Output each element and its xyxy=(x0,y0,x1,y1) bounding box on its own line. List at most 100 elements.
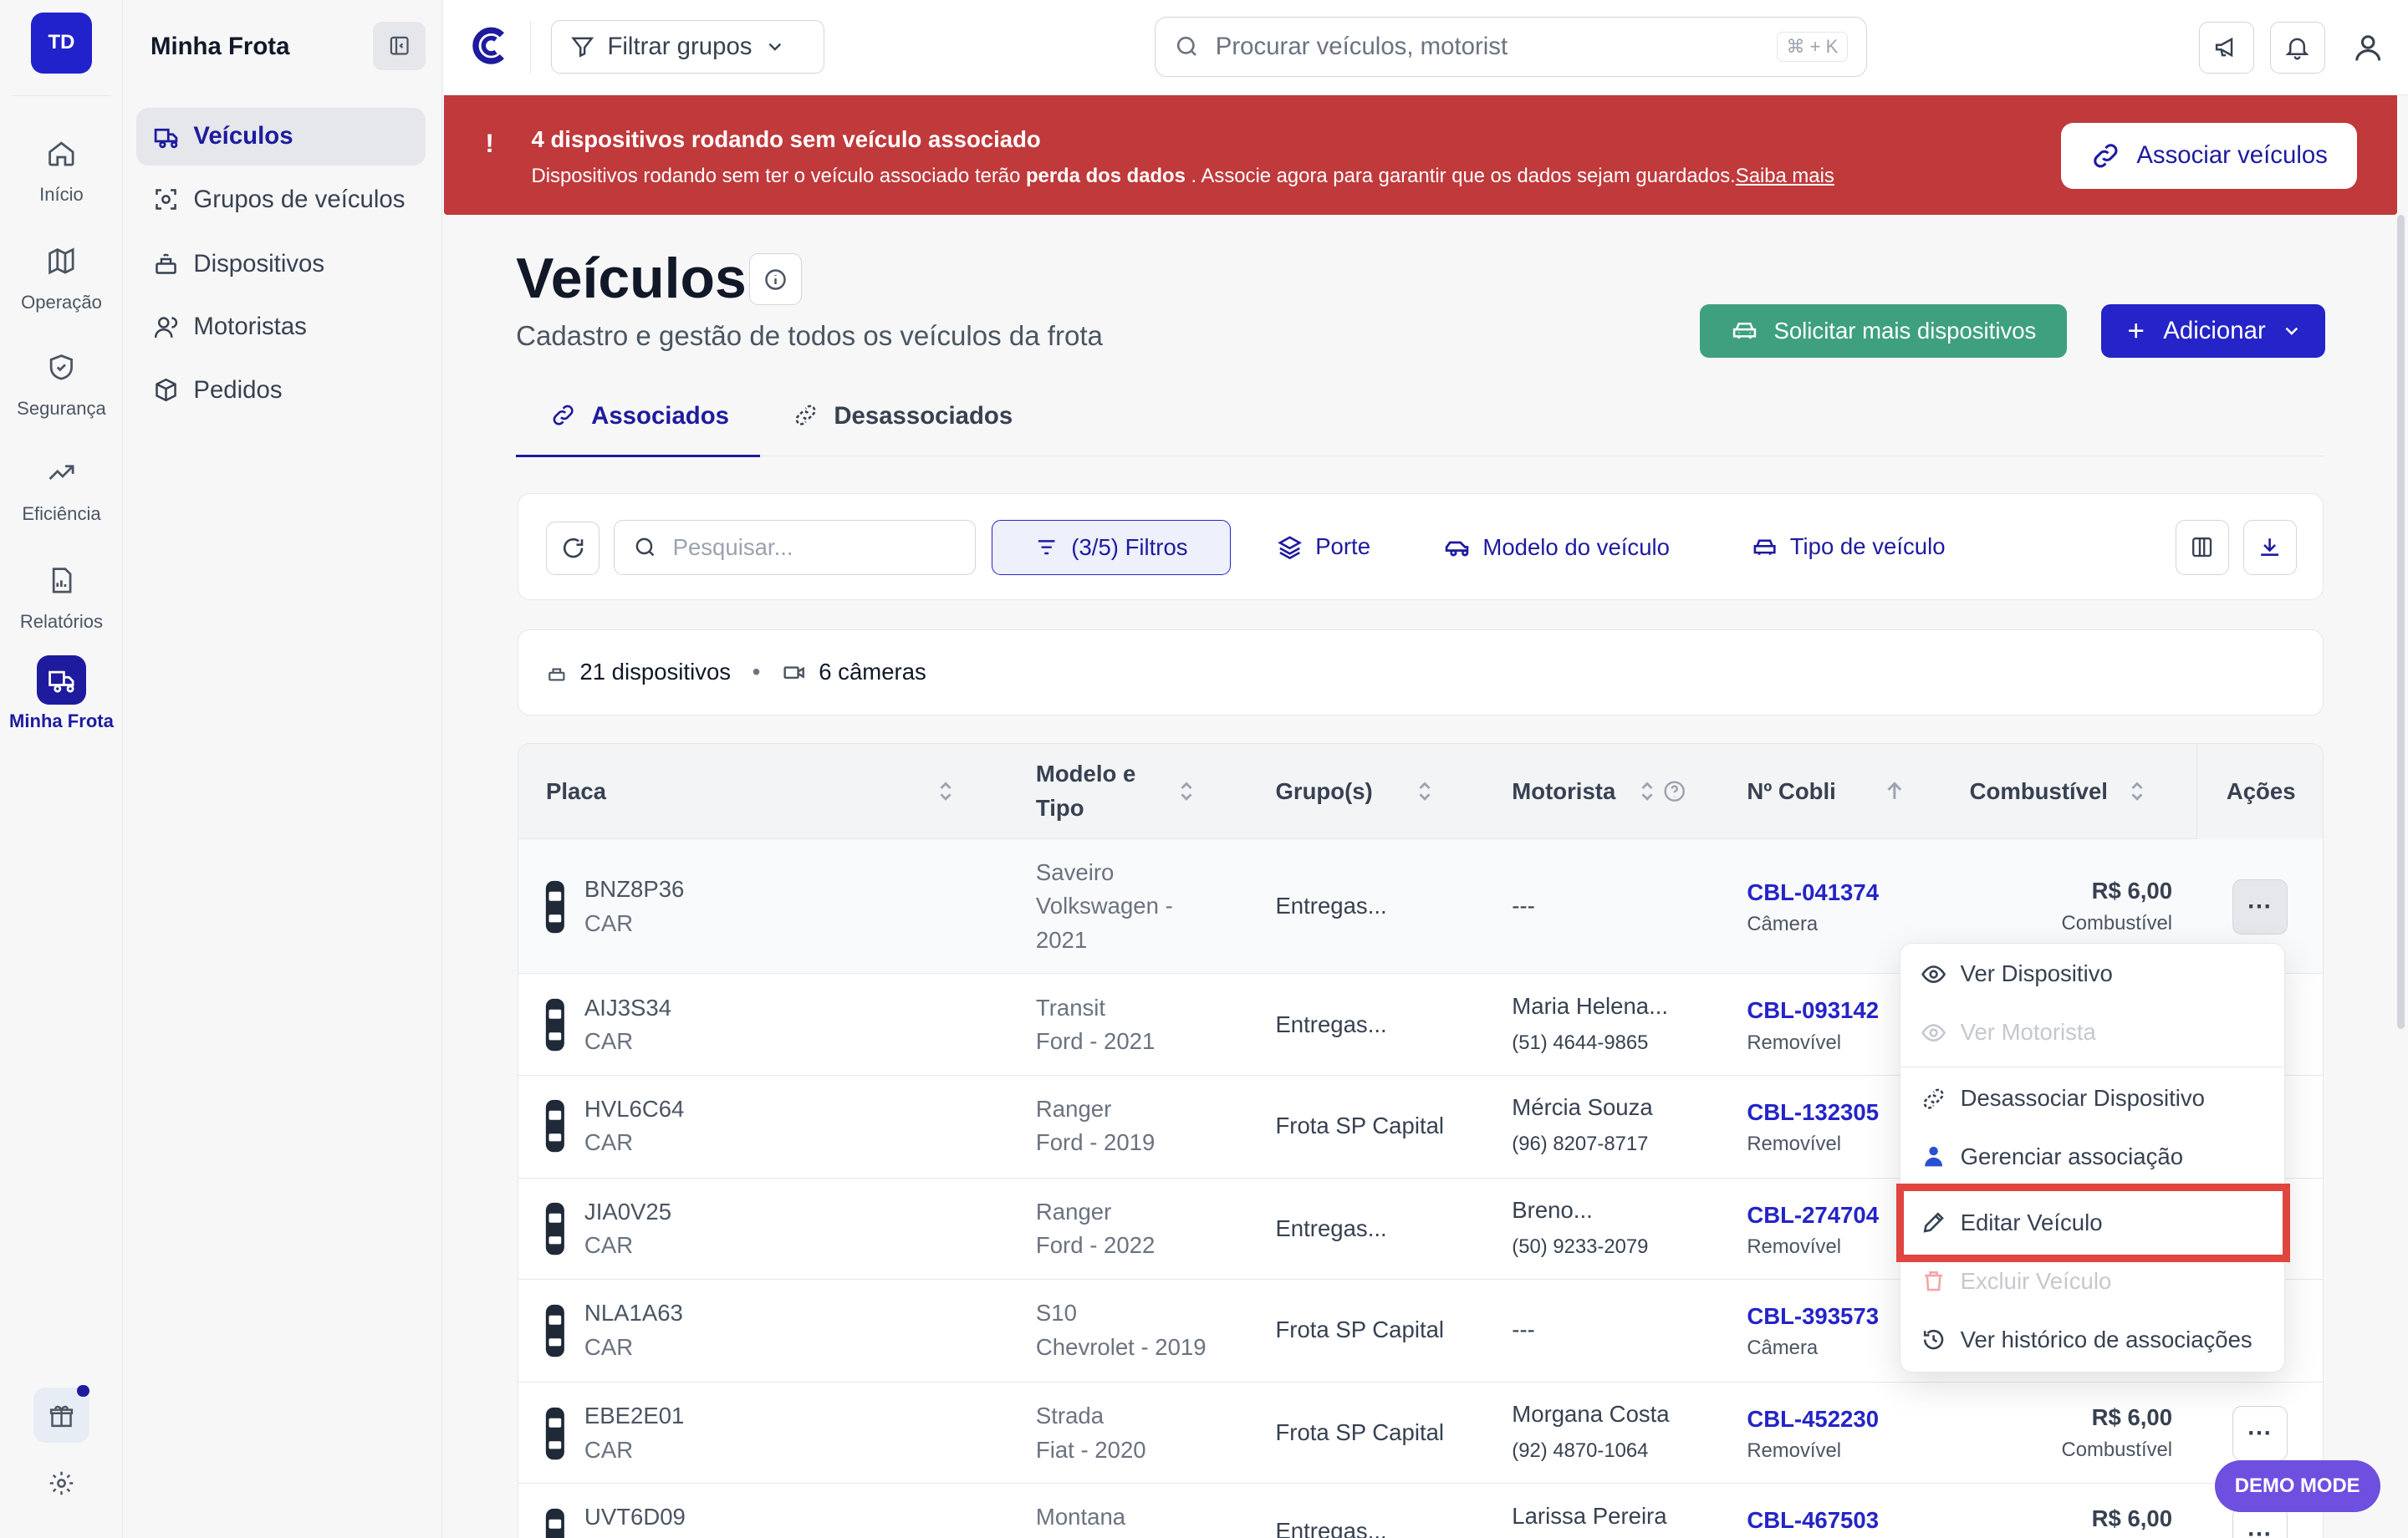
cobli-id-link[interactable]: CBL-393573 xyxy=(1747,1300,1879,1333)
header-label: Placa xyxy=(546,777,606,804)
filters-button[interactable]: (3/5) Filtros xyxy=(991,519,1232,575)
filter-chip-tipo[interactable]: Tipo de veículo xyxy=(1752,533,1946,560)
cobli-id-link[interactable]: CBL-467503 xyxy=(1747,1504,1879,1537)
column-header-grupos[interactable]: Grupo(s) xyxy=(1275,744,1431,839)
filter-chip-porte[interactable]: Porte xyxy=(1277,533,1370,560)
menu-item-ver-dispositivo[interactable]: Ver Dispositivo xyxy=(1900,946,2286,1001)
tab-desassociados[interactable]: Desassociados xyxy=(793,402,1013,457)
rail-item-inicio[interactable]: Início xyxy=(0,129,123,221)
tab-associados[interactable]: Associados xyxy=(516,402,761,458)
settings-button[interactable] xyxy=(33,1455,89,1510)
sidebar-item-label: Grupos de veículos xyxy=(193,185,406,213)
filter-icon xyxy=(570,34,594,59)
vehicle-model: Transit xyxy=(1035,994,1106,1021)
rail-item-eficiencia[interactable]: Eficiência xyxy=(0,448,123,540)
driver-name: --- xyxy=(1512,893,1535,919)
sidebar-item-dispositivos[interactable]: Dispositivos xyxy=(136,235,425,293)
cobli-logo-icon[interactable] xyxy=(468,24,511,67)
request-devices-button[interactable]: Solicitar mais dispositivos xyxy=(1700,303,2068,358)
cobli-type: Câmera xyxy=(1747,913,1819,936)
cobli-id-link[interactable]: CBL-041374 xyxy=(1747,876,1879,909)
profile-button[interactable] xyxy=(2340,22,2395,74)
vehicle-model: Ranger xyxy=(1035,1095,1112,1122)
header-label: Combustível xyxy=(1969,777,2108,804)
menu-item-gerenciar[interactable]: Gerenciar associação xyxy=(1900,1129,2286,1184)
cobli-id-link[interactable]: CBL-093142 xyxy=(1747,994,1879,1027)
gift-button[interactable] xyxy=(33,1384,89,1444)
user-avatar[interactable]: TD xyxy=(30,12,93,74)
vehicle-group: Entregas... xyxy=(1275,1011,1387,1037)
video-icon xyxy=(782,660,806,685)
search-icon xyxy=(1174,33,1200,59)
sidebar-item-pedidos[interactable]: Pedidos xyxy=(136,361,425,420)
map-icon xyxy=(37,237,86,286)
alert-desc-text: . Associe agora para garantir que os dad… xyxy=(1185,164,1736,187)
tab-label: Associados xyxy=(591,402,729,430)
demo-mode-badge[interactable]: DEMO MODE xyxy=(2214,1459,2380,1513)
column-header-placa[interactable]: Placa xyxy=(546,744,951,839)
row-actions-button[interactable]: ··· xyxy=(2232,878,2288,935)
driver-name: Mércia Souza xyxy=(1512,1094,1653,1121)
link-icon xyxy=(2090,140,2121,171)
cobli-id-link[interactable]: CBL-274704 xyxy=(1747,1199,1879,1232)
refresh-button[interactable] xyxy=(546,521,600,575)
table-row[interactable]: EBE2E01 CAR Strada Fiat - 2020 Frota SP … xyxy=(518,1383,2323,1485)
filter-groups-dropdown[interactable]: Filtrar grupos xyxy=(551,19,825,74)
columns-button[interactable] xyxy=(2175,519,2230,575)
notification-dot xyxy=(76,1384,89,1398)
rail-label: Segurança xyxy=(17,397,106,419)
group-scan-icon xyxy=(152,186,180,213)
alert-desc-bold: perda dos dados xyxy=(1025,164,1186,187)
vehicle-type: Ford - 2022 xyxy=(1035,1232,1156,1259)
learn-more-link[interactable]: Saiba mais xyxy=(1736,165,1834,187)
driver-name: Maria Helena... xyxy=(1512,992,1669,1019)
global-search-input[interactable]: Procurar veículos, motorist ⌘ + K xyxy=(1155,17,1868,77)
cobli-id-link[interactable]: CBL-132305 xyxy=(1747,1096,1879,1129)
rail-item-operacao[interactable]: Operação xyxy=(0,237,123,328)
sidebar-item-motoristas[interactable]: Motoristas xyxy=(136,298,425,356)
column-header-motorista[interactable]: Motorista xyxy=(1512,744,1686,839)
info-button[interactable] xyxy=(749,253,802,306)
vehicle-model: Montana xyxy=(1035,1504,1126,1530)
table-search-input[interactable]: Pesquisar... xyxy=(613,519,977,575)
separator: • xyxy=(752,659,761,685)
announcements-button[interactable] xyxy=(2199,21,2255,74)
column-header-combustivel[interactable]: Combustível xyxy=(1969,744,2143,839)
menu-item-desassociar[interactable]: Desassociar Dispositivo xyxy=(1900,1071,2286,1126)
help-icon[interactable] xyxy=(1662,779,1686,803)
sidebar-item-veiculos[interactable]: Veículos xyxy=(136,107,426,166)
shortcut-hint: ⌘ + K xyxy=(1776,32,1849,62)
vehicle-model: Saveiro xyxy=(1035,859,1115,886)
rail-item-minha-frota[interactable]: Minha Frota xyxy=(0,655,123,747)
download-button[interactable] xyxy=(2242,519,2297,575)
column-header-cobli[interactable]: Nº Cobli xyxy=(1747,744,1901,839)
rail-label: Eficiência xyxy=(22,503,101,525)
notifications-button[interactable] xyxy=(2269,21,2325,74)
header-label: Motorista xyxy=(1512,777,1616,804)
filter-chip-modelo[interactable]: Modelo do veículo xyxy=(1443,533,1670,561)
table-header: Placa Modelo e Tipo Grupo(s) Motorista N… xyxy=(518,743,2323,839)
device-icon xyxy=(152,250,180,278)
trending-icon xyxy=(37,448,86,497)
vehicle-model: Ranger xyxy=(1035,1198,1112,1225)
rail-item-relatorios[interactable]: Relatórios xyxy=(0,556,123,648)
truck-icon xyxy=(37,655,86,705)
add-button[interactable]: Adicionar xyxy=(2100,303,2325,358)
sidebar-item-grupos[interactable]: Grupos de veículos xyxy=(136,171,425,229)
vehicle-type: Ford - 2019 xyxy=(1035,1129,1156,1156)
cobli-id-link[interactable]: CBL-452230 xyxy=(1747,1403,1879,1436)
car-icon xyxy=(1731,317,1758,344)
table-row[interactable]: UVT6D09 Montana Entregas... Larissa Pere… xyxy=(518,1484,2323,1538)
page-scrollbar[interactable] xyxy=(2397,215,2405,1029)
rail-item-seguranca[interactable]: Segurança xyxy=(0,343,123,435)
vehicle-plate: NLA1A63 xyxy=(584,1300,683,1327)
menu-item-historico[interactable]: Ver histórico de associações xyxy=(1900,1312,2286,1367)
column-header-modelo[interactable]: Modelo e Tipo xyxy=(1036,744,1192,839)
alert-icon: ! xyxy=(485,129,494,159)
info-icon xyxy=(762,266,789,293)
collapse-sidebar-button[interactable] xyxy=(373,21,426,71)
row-actions-button[interactable]: ··· xyxy=(2232,1405,2288,1461)
associate-vehicles-button[interactable]: Associar veículos xyxy=(2060,122,2358,189)
vehicle-kind: CAR xyxy=(584,1129,634,1156)
sidebar-item-label: Pedidos xyxy=(193,375,283,404)
